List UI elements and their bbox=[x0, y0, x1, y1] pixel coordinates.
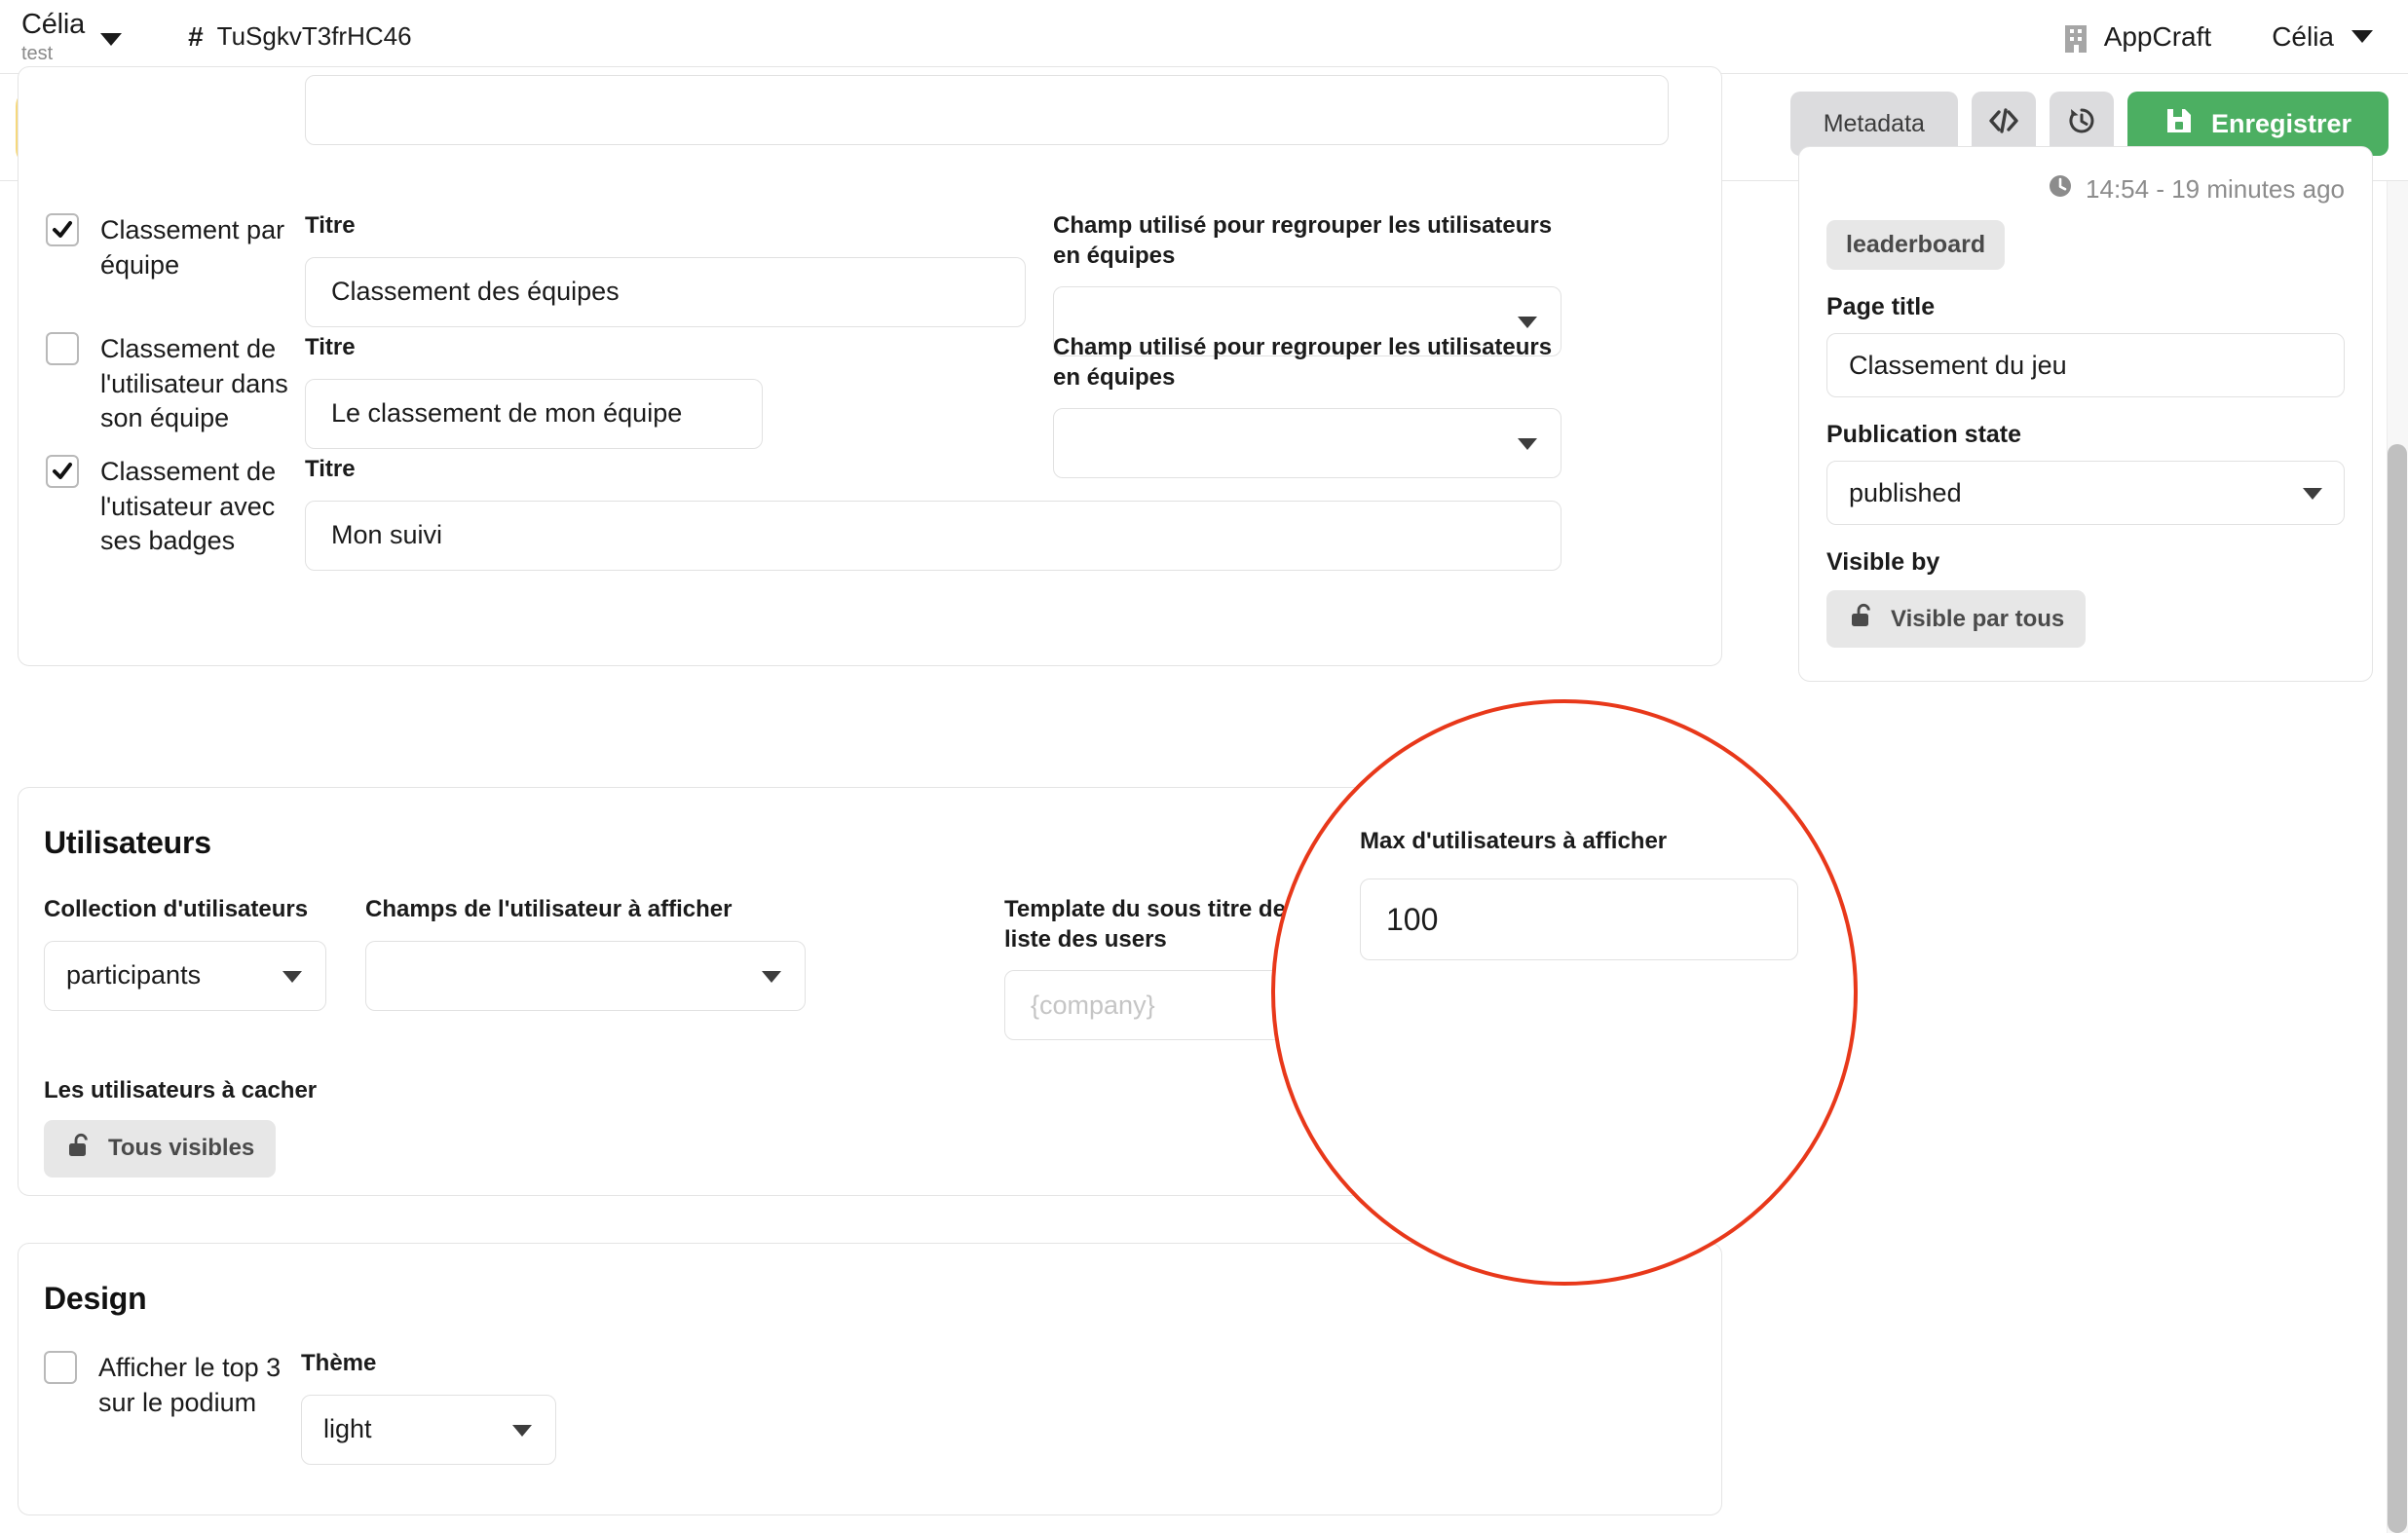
user-menu[interactable]: Célia bbox=[2272, 21, 2373, 53]
field-label-titre: Titre bbox=[305, 211, 1026, 242]
hidden-users-pill-label: Tous visibles bbox=[108, 1135, 254, 1162]
field-label-groupe: Champ utilisé pour regrouper les utilisa… bbox=[1053, 333, 1561, 393]
subtitle-template-field: Template du sous titre de la liste des u… bbox=[1004, 895, 1336, 1040]
input-page-title[interactable]: Classement du jeu bbox=[1826, 333, 2345, 397]
project-code-text: TuSgkvT3frHC46 bbox=[217, 21, 412, 52]
leaderboard-row-badges-title-group: Titre Mon suivi bbox=[305, 455, 1561, 571]
leaderboard-options-card: Classement par équipe Titre Classement d… bbox=[18, 66, 1722, 666]
open-padlock-icon bbox=[65, 1132, 93, 1166]
select-value: light bbox=[323, 1414, 372, 1444]
field-label-titre: Titre bbox=[305, 333, 763, 363]
user-fields-field: Champs de l'utilisateur à afficher bbox=[365, 895, 806, 1011]
field-label-titre: Titre bbox=[305, 455, 1561, 485]
history-clock-icon bbox=[2066, 105, 2097, 143]
floppy-disk-icon bbox=[2164, 106, 2194, 142]
metadata-panel-column: 14:54 - 19 minutes ago leaderboard Page … bbox=[1798, 181, 2373, 682]
user-name-label: Célia bbox=[2272, 21, 2334, 53]
select-publication-state[interactable]: published bbox=[1826, 461, 2345, 525]
annotation-field-label: Max d'utilisateurs à afficher bbox=[1360, 826, 1798, 857]
chevron-down-icon bbox=[1518, 438, 1537, 450]
appcraft-label: AppCraft bbox=[2104, 21, 2212, 53]
org-subname: test bbox=[21, 44, 85, 63]
appcraft-link[interactable]: AppCraft bbox=[2061, 19, 2212, 55]
input-titre-classement-mon-equipe[interactable]: Le classement de mon équipe bbox=[305, 379, 763, 449]
label-page-title: Page title bbox=[1826, 293, 2345, 321]
design-section-title: Design bbox=[44, 1281, 147, 1317]
annotation-highlight-content: Max d'utilisateurs à afficher 100 bbox=[1360, 826, 1798, 960]
theme-field: Thème light bbox=[301, 1349, 556, 1465]
open-padlock-icon bbox=[1848, 602, 1875, 636]
annotation-max-users-input[interactable]: 100 bbox=[1360, 879, 1798, 960]
select-theme[interactable]: light bbox=[301, 1395, 556, 1465]
leaderboard-row-team: Classement par équipe bbox=[46, 213, 319, 282]
label-visible-by: Visible by bbox=[1826, 548, 2345, 577]
vertical-scrollbar-track[interactable] bbox=[2387, 181, 2408, 1533]
hidden-users-pill[interactable]: Tous visibles bbox=[44, 1120, 276, 1178]
leaderboard-row-user-title-group: Titre Le classement de mon équipe bbox=[305, 333, 763, 449]
clock-icon bbox=[2047, 172, 2074, 206]
checkbox-label: Classement de l'utilisateur dans son équ… bbox=[100, 332, 319, 436]
leaderboard-row-user-in-team: Classement de l'utilisateur dans son équ… bbox=[46, 332, 319, 436]
design-card: Design Afficher le top 3 sur le podium T… bbox=[18, 1243, 1722, 1515]
page-tag-chip[interactable]: leaderboard bbox=[1826, 220, 2005, 270]
visible-by-pill-label: Visible par tous bbox=[1891, 606, 2064, 633]
last-saved-time: 14:54 - 19 minutes ago bbox=[1826, 172, 2345, 206]
select-value: participants bbox=[66, 960, 201, 991]
checkbox-classement-utilisateur-badges[interactable] bbox=[46, 455, 79, 488]
select-value: published bbox=[1849, 478, 1962, 508]
chevron-down-icon bbox=[512, 1425, 532, 1437]
field-label-template-sous-titre: Template du sous titre de la liste des u… bbox=[1004, 895, 1336, 954]
top-navigation-bar: Célia test # TuSgkvT3frHC46 AppCraft bbox=[0, 0, 2408, 74]
input-max-utilisateurs[interactable]: 100 bbox=[1374, 978, 1706, 1048]
checkbox-classement-utilisateur-equipe[interactable] bbox=[46, 332, 79, 365]
chevron-down-icon bbox=[2303, 488, 2322, 500]
save-button-label: Enregistrer bbox=[2211, 109, 2352, 139]
leaderboard-row-user-badges: Classement de l'utisateur avec ses badge… bbox=[46, 455, 319, 559]
org-name: Célia bbox=[21, 11, 85, 39]
vertical-scrollbar-thumb[interactable] bbox=[2388, 444, 2407, 1533]
select-champs-utilisateur[interactable] bbox=[365, 941, 806, 1011]
scrolled-off-input[interactable] bbox=[305, 75, 1669, 145]
input-titre-classement-equipe[interactable]: Classement des équipes bbox=[305, 257, 1026, 327]
project-code[interactable]: # TuSgkvT3frHC46 bbox=[188, 21, 411, 53]
field-label-champs-utilisateur: Champs de l'utilisateur à afficher bbox=[365, 895, 806, 925]
last-saved-time-text: 14:54 - 19 minutes ago bbox=[2086, 174, 2345, 205]
checkbox-label: Classement par équipe bbox=[100, 213, 319, 282]
users-section-title: Utilisateurs bbox=[44, 825, 211, 861]
collection-field: Collection d'utilisateurs participants bbox=[44, 895, 326, 1011]
checkbox-classement-par-equipe[interactable] bbox=[46, 213, 79, 246]
chevron-down-icon[interactable] bbox=[2352, 30, 2373, 43]
field-label-utilisateurs-cacher: Les utilisateurs à cacher bbox=[44, 1076, 317, 1106]
leaderboard-row-team-title-group: Titre Classement des équipes bbox=[305, 211, 1026, 327]
chevron-down-icon bbox=[762, 971, 781, 983]
checkbox-afficher-top-3-podium[interactable] bbox=[44, 1351, 77, 1384]
select-collection-utilisateurs[interactable]: participants bbox=[44, 941, 326, 1011]
checkbox-label: Classement de l'utisateur avec ses badge… bbox=[100, 455, 319, 559]
chevron-down-icon[interactable] bbox=[100, 33, 122, 46]
podium-checkbox-row: Afficher le top 3 sur le podium bbox=[44, 1351, 282, 1420]
metadata-panel: 14:54 - 19 minutes ago leaderboard Page … bbox=[1798, 146, 2373, 682]
hidden-users-field: Les utilisateurs à cacher Tous visibles bbox=[44, 1076, 317, 1178]
chevron-down-icon bbox=[1518, 317, 1537, 328]
input-titre-mon-suivi[interactable]: Mon suivi bbox=[305, 501, 1561, 571]
main-scroll-area: Classement par équipe Titre Classement d… bbox=[0, 181, 2408, 1533]
hash-icon: # bbox=[188, 21, 204, 53]
visible-by-pill[interactable]: Visible par tous bbox=[1826, 590, 2086, 648]
org-switcher[interactable]: Célia test bbox=[21, 11, 122, 63]
building-icon bbox=[2061, 19, 2090, 55]
field-label-groupe: Champ utilisé pour regrouper les utilisa… bbox=[1053, 211, 1561, 271]
label-publication-state: Publication state bbox=[1826, 421, 2345, 449]
chevron-down-icon bbox=[282, 971, 302, 983]
field-label-theme: Thème bbox=[301, 1349, 556, 1379]
input-template-sous-titre[interactable]: {company} bbox=[1004, 970, 1336, 1040]
code-brackets-icon bbox=[1987, 107, 2020, 141]
field-label-collection: Collection d'utilisateurs bbox=[44, 895, 326, 925]
checkbox-label: Afficher le top 3 sur le podium bbox=[98, 1351, 282, 1420]
